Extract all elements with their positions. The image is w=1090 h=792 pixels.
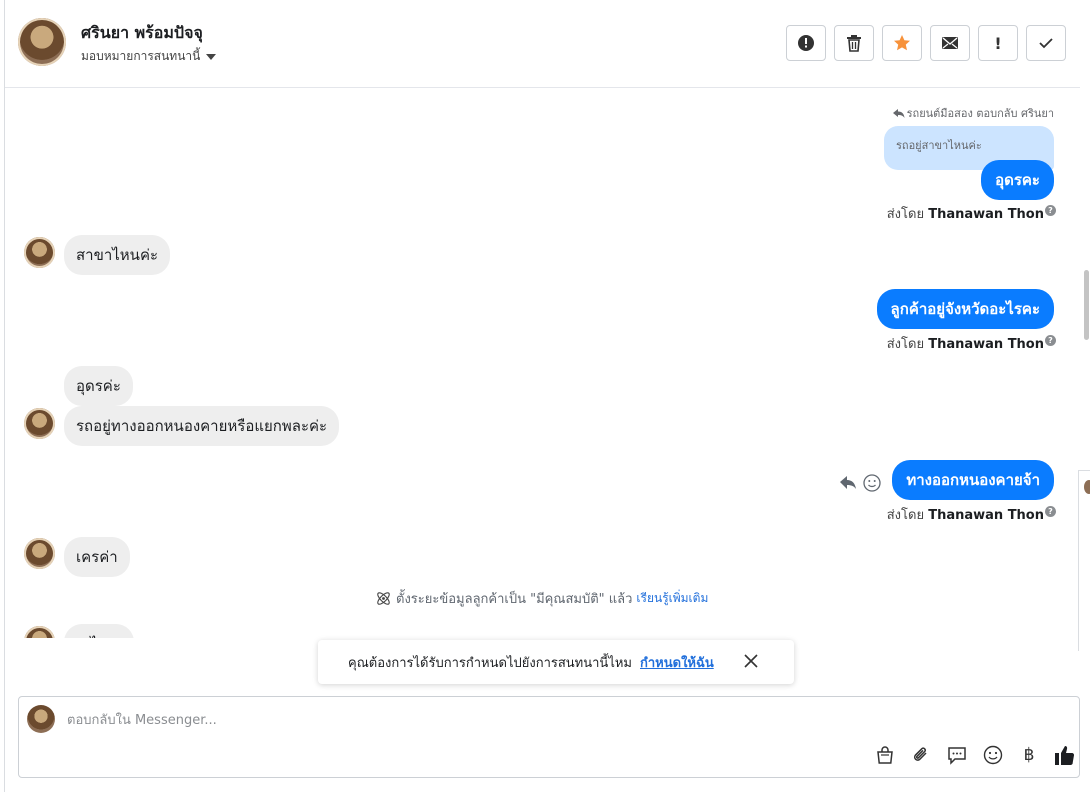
conversation-header: ศรินยา พร้อมปัจจุ มอบหมายการสนทนานี้ ! — [5, 0, 1080, 88]
contact-avatar-small — [24, 538, 55, 569]
sender-name: Thanawan Thon — [928, 508, 1044, 523]
incoming-message[interactable]: สาขาไหนค่ะ — [64, 235, 171, 275]
trash-icon — [847, 35, 861, 52]
sent-by-prefix: ส่งโดย — [886, 508, 925, 523]
assign-prompt-text: คุณต้องการได้รับการกำหนดไปยังการสนทนานี้… — [348, 655, 632, 671]
close-icon[interactable] — [742, 652, 760, 670]
alert-circle-button[interactable] — [786, 25, 826, 61]
message-thread[interactable]: รถยนต์มือสอง ตอบกลับ ศรินยา รถอยู่สาขาไห… — [5, 88, 1070, 638]
assign-prompt-toast: คุณต้องการได้รับการกำหนดไปยังการสนทนานี้… — [318, 640, 794, 684]
message-actions — [839, 474, 881, 492]
important-button[interactable]: ! — [978, 25, 1018, 61]
mail-button[interactable] — [930, 25, 970, 61]
incoming-message[interactable]: ...ไป... — [64, 624, 134, 638]
assign-conversation-dropdown[interactable]: มอบหมายการสนทนานี้ — [81, 47, 217, 66]
done-button[interactable] — [1026, 25, 1066, 61]
sent-by-line: ส่งโดย Thanawan Thon — [887, 504, 1044, 525]
chat-scrollbar[interactable] — [1084, 270, 1089, 340]
side-panel-avatar[interactable] — [1084, 480, 1090, 494]
question-icon[interactable]: ? — [1045, 506, 1056, 517]
outgoing-message[interactable]: อุดรคะ — [981, 160, 1054, 200]
incoming-message[interactable]: รถอยู่ทางออกหนองคายหรือแยกพละค่ะ — [64, 406, 340, 446]
contact-avatar-small — [24, 237, 55, 268]
attach-button[interactable] — [909, 743, 933, 767]
delete-button[interactable] — [834, 25, 874, 61]
thumbs-up-icon — [1055, 746, 1075, 766]
saved-reply-button[interactable] — [945, 743, 969, 767]
star-button[interactable] — [882, 25, 922, 61]
conversation-toolbar: ! — [786, 25, 1066, 61]
sent-by-prefix: ส่งโดย — [886, 207, 925, 222]
incoming-message[interactable]: เครค่า — [64, 537, 130, 577]
mail-icon — [942, 37, 958, 49]
payment-button[interactable]: ฿ — [1017, 743, 1041, 767]
page-avatar — [27, 705, 55, 733]
contact-avatar-small — [24, 626, 55, 638]
system-note-text: ตั้งระยะข้อมูลลูกค้าเป็น "มีคุณสมบัติ" แ… — [396, 592, 633, 607]
emoji-icon — [983, 745, 1003, 765]
outgoing-message[interactable]: ทางออกหนองคายจ้า — [892, 460, 1054, 500]
saved-reply-icon — [948, 747, 966, 765]
atom-icon — [377, 592, 390, 605]
emoji-react-icon[interactable] — [863, 474, 881, 492]
incoming-message[interactable]: อุดรค่ะ — [64, 366, 133, 406]
thumbs-up-button[interactable] — [1053, 743, 1077, 767]
message-composer: ฿ — [18, 696, 1080, 778]
sender-name: Thanawan Thon — [928, 337, 1044, 352]
contact-name[interactable]: ศรินยา พร้อมปัจจุ — [81, 21, 203, 46]
inbox-conversation-panel: ศรินยา พร้อมปัจจุ มอบหมายการสนทนานี้ ! ร… — [4, 0, 1080, 792]
reply-arrow-icon — [892, 108, 905, 118]
sent-by-line: ส่งโดย Thanawan Thon — [887, 333, 1044, 354]
question-icon[interactable]: ? — [1045, 205, 1056, 216]
sent-by-prefix: ส่งโดย — [886, 337, 925, 352]
system-event-note: ตั้งระยะข้อมูลลูกค้าเป็น "มีคุณสมบัติ" แ… — [375, 588, 708, 609]
reply-input[interactable] — [65, 707, 969, 733]
outgoing-message[interactable]: ลูกค้าอยู่จังหวัดอะไรคะ — [876, 289, 1054, 329]
assign-to-me-link[interactable]: กำหนดให้ฉัน — [640, 652, 714, 673]
shopping-bag-button[interactable] — [873, 743, 897, 767]
question-icon[interactable]: ? — [1045, 335, 1056, 346]
paperclip-icon — [913, 747, 927, 761]
baht-icon: ฿ — [1023, 745, 1035, 765]
sender-name: Thanawan Thon — [928, 207, 1044, 222]
shopping-bag-icon — [877, 746, 893, 764]
learn-more-link[interactable]: เรียนรู้เพิ่มเติม — [636, 589, 708, 608]
contact-avatar-small — [24, 408, 55, 439]
assign-label: มอบหมายการสนทนานี้ — [81, 49, 201, 63]
contact-avatar[interactable] — [18, 18, 66, 66]
reply-context-text: รถยนต์มือสอง ตอบกลับ ศรินยา — [906, 107, 1054, 120]
composer-toolbar: ฿ — [873, 743, 1079, 767]
star-icon — [894, 35, 910, 51]
emoji-button[interactable] — [981, 743, 1005, 767]
check-icon — [1039, 38, 1053, 49]
reply-icon[interactable] — [839, 475, 857, 491]
exclamation-icon: ! — [994, 33, 1002, 53]
caret-down-icon — [206, 53, 217, 60]
sent-by-line: ส่งโดย Thanawan Thon — [887, 203, 1044, 224]
reply-context: รถยนต์มือสอง ตอบกลับ ศรินยา — [892, 104, 1054, 122]
alert-circle-icon — [798, 35, 814, 51]
side-panel-edge — [1078, 470, 1090, 651]
